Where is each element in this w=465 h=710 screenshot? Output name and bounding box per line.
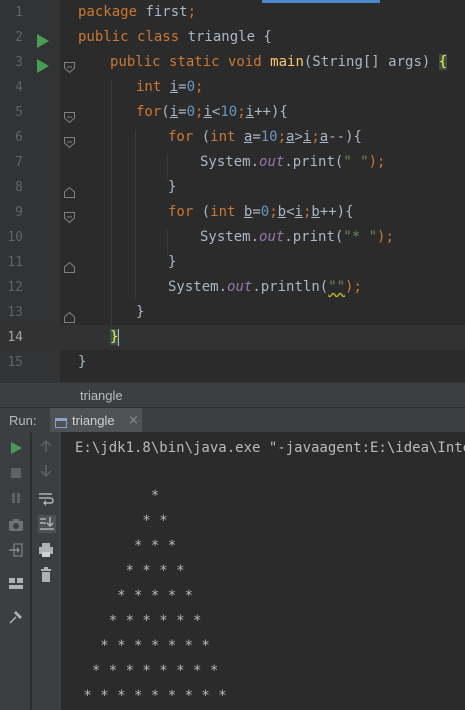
line-number: 11 bbox=[7, 255, 23, 270]
login-icon[interactable] bbox=[8, 542, 24, 558]
console-output[interactable]: E:\jdk1.8\bin\java.exe "-javaagent:E:\id… bbox=[61, 432, 465, 710]
console-icon bbox=[55, 414, 67, 428]
console-output-line: * * * * * * * * bbox=[75, 663, 219, 679]
run-tab-label: triangle bbox=[72, 413, 115, 428]
run-icon[interactable] bbox=[37, 34, 49, 48]
breadcrumb-item[interactable]: triangle bbox=[80, 383, 123, 408]
camera-icon[interactable] bbox=[8, 517, 24, 533]
console-output-line: * * * * * * bbox=[75, 613, 202, 629]
code-line-6: for (int a=10;a>i;a--){ bbox=[168, 129, 362, 145]
line-number: 4 bbox=[15, 80, 23, 95]
code-line-15: } bbox=[78, 354, 87, 370]
line-number: 2 bbox=[15, 30, 23, 45]
line-number: 12 bbox=[7, 280, 23, 295]
code-line-2: public class triangle { bbox=[78, 29, 272, 45]
code-line-7: System.out.print(" "); bbox=[200, 154, 386, 170]
console-output-line: * * * * * * * * * bbox=[75, 688, 227, 704]
console-output-line: * * * * * * * bbox=[75, 638, 210, 654]
console-command-line: E:\jdk1.8\bin\java.exe "-javaagent:E:\id… bbox=[75, 440, 465, 456]
layout-icon[interactable] bbox=[8, 575, 24, 591]
line-number: 8 bbox=[15, 180, 23, 195]
code-line-3: public static void main(String[] args) { bbox=[110, 54, 448, 70]
code-line-14: } bbox=[110, 328, 120, 346]
line-number: 13 bbox=[7, 305, 23, 320]
up-arrow-icon[interactable] bbox=[38, 438, 54, 454]
editor-gutter: 1 2 3 4 5 6 7 8 9 10 11 12 13 14 15 bbox=[0, 0, 60, 382]
run-panel-header: Run: triangle × bbox=[0, 407, 465, 433]
scroll-to-end-icon[interactable] bbox=[38, 515, 56, 533]
run-tab-triangle[interactable]: triangle × bbox=[50, 408, 142, 433]
line-number: 3 bbox=[15, 55, 23, 70]
pause-icon[interactable] bbox=[8, 490, 24, 506]
soft-wrap-icon[interactable] bbox=[38, 490, 54, 506]
console-output-line: * * * bbox=[75, 538, 177, 554]
code-text-area[interactable]: package first; public class triangle { p… bbox=[60, 0, 465, 382]
trash-icon[interactable] bbox=[38, 567, 54, 583]
console-output-line: * * bbox=[75, 513, 168, 529]
console-output-line: * bbox=[75, 488, 160, 504]
line-number: 15 bbox=[7, 355, 23, 370]
code-line-9: for (int b=0;b<i;b++){ bbox=[168, 204, 354, 220]
down-arrow-icon[interactable] bbox=[38, 463, 54, 479]
run-icon[interactable] bbox=[37, 59, 49, 73]
line-number: 7 bbox=[15, 155, 23, 170]
pin-icon[interactable] bbox=[8, 609, 24, 625]
line-number-current: 14 bbox=[7, 330, 23, 345]
code-line-13: } bbox=[136, 304, 145, 320]
code-line-11: } bbox=[168, 254, 177, 270]
run-toolbar-left bbox=[0, 432, 30, 710]
console-output-line: * * * * * bbox=[75, 588, 194, 604]
rerun-icon[interactable] bbox=[8, 440, 24, 456]
run-panel-label: Run: bbox=[9, 413, 37, 428]
code-line-12: System.out.println(""); bbox=[168, 279, 362, 295]
console-output-line: * * * * bbox=[75, 563, 185, 579]
line-number: 5 bbox=[15, 105, 23, 120]
code-line-5: for(i=0;i<10;i++){ bbox=[136, 104, 288, 120]
print-icon[interactable] bbox=[38, 542, 54, 558]
breadcrumb: triangle bbox=[0, 382, 465, 408]
close-icon[interactable]: × bbox=[128, 408, 139, 433]
line-number: 9 bbox=[15, 205, 23, 220]
line-number: 1 bbox=[15, 5, 23, 20]
line-number: 6 bbox=[15, 130, 23, 145]
code-line-1: package first; bbox=[78, 4, 197, 20]
stop-icon[interactable] bbox=[8, 465, 24, 481]
code-line-10: System.out.print("* "); bbox=[200, 229, 394, 245]
code-line-4: int i=0; bbox=[136, 79, 204, 95]
code-line-8: } bbox=[168, 179, 177, 195]
run-toolbar-right bbox=[31, 432, 61, 710]
code-editor[interactable]: 1 2 3 4 5 6 7 8 9 10 11 12 13 14 15 pack… bbox=[0, 0, 465, 382]
line-number: 10 bbox=[7, 230, 23, 245]
